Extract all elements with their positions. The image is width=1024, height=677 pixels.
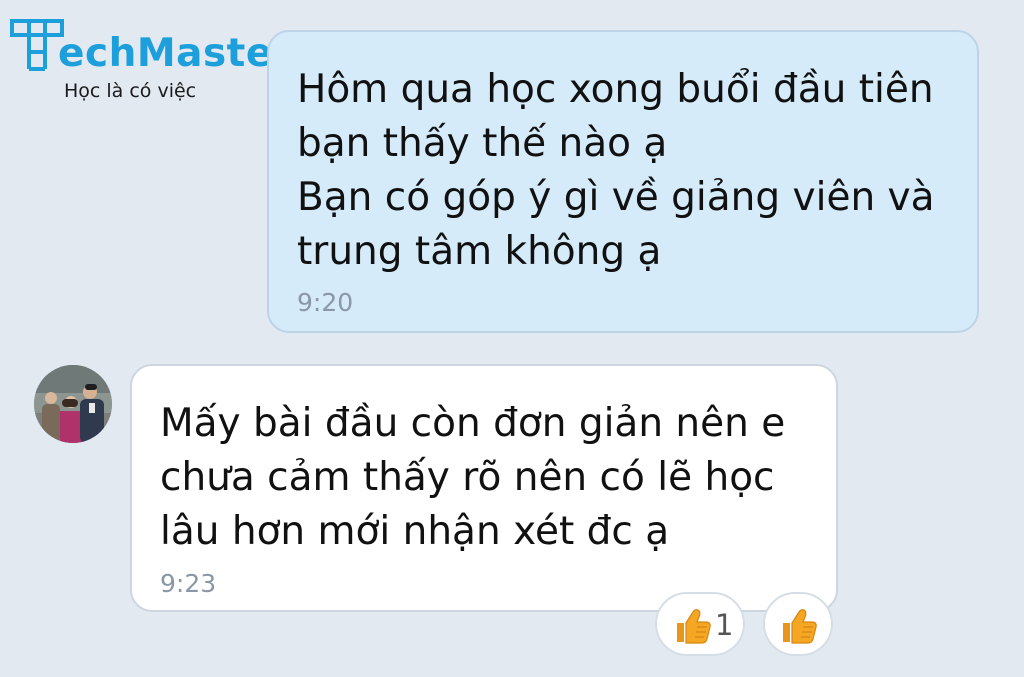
- message-text: Hôm qua học xong buổi đầu tiên bạn thấy …: [297, 67, 935, 274]
- reaction-thumbs-up-chip[interactable]: 1: [655, 592, 745, 656]
- logo-tagline: Học là có việc: [64, 80, 197, 102]
- add-reaction-button[interactable]: [763, 592, 833, 656]
- thumbs-up-icon: [783, 609, 817, 644]
- message-bubble-incoming[interactable]: Mấy bài đầu còn đơn giản nên e chưa cảm …: [130, 364, 838, 612]
- message-timestamp: 9:20: [297, 288, 354, 317]
- techmaster-logo: echMaster Học là có việc: [8, 16, 292, 106]
- thumbs-up-icon: [677, 609, 711, 644]
- message-timestamp: 9:23: [160, 569, 217, 598]
- sender-avatar[interactable]: [34, 365, 112, 443]
- logo-wordmark: echMaster: [58, 31, 293, 76]
- message-text: Mấy bài đầu còn đơn giản nên e chưa cảm …: [160, 401, 786, 554]
- reaction-count: 1: [715, 608, 734, 642]
- user-photo-avatar-icon: [34, 365, 112, 443]
- message-bubble-outgoing[interactable]: Hôm qua học xong buổi đầu tiên bạn thấy …: [267, 30, 979, 333]
